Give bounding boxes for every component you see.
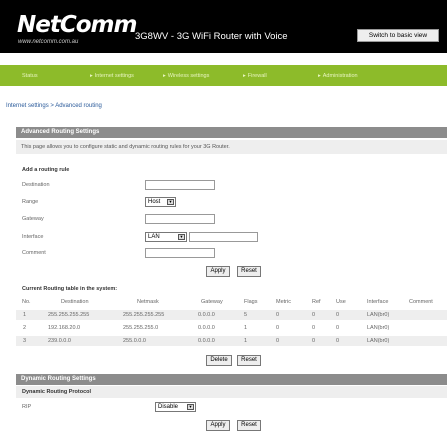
table-cell: LAN(br0)	[367, 338, 390, 344]
nav-administration[interactable]: Administration	[318, 73, 358, 79]
destination-input[interactable]	[145, 180, 215, 190]
table-cell: 1	[23, 312, 27, 318]
table-cell: 3	[23, 338, 27, 344]
gateway-input[interactable]	[145, 214, 215, 224]
table-cell: 239.0.0.0	[48, 338, 71, 344]
table-cell: 0	[336, 338, 340, 344]
destination-label: Destination	[22, 182, 50, 188]
table-cell: 0.0.0.0	[198, 338, 215, 344]
header: NetComm www.netcomm.com.au 3G8WV - 3G Wi…	[0, 0, 447, 53]
table-cell: 0.0.0.0	[198, 312, 215, 318]
interface-value: LAN	[148, 234, 160, 240]
nav-firewall[interactable]: Firewall	[243, 73, 267, 79]
table-cell: 0	[276, 325, 280, 331]
col-comment: Comment	[409, 299, 433, 305]
table-cell: 0	[276, 312, 280, 318]
table-cell: 5	[244, 312, 248, 318]
col-flags: Flags	[244, 299, 258, 305]
table-cell: 255.0.0.0	[123, 338, 146, 344]
table-cell: 0	[312, 338, 316, 344]
interface-custom-input[interactable]	[189, 232, 258, 242]
page-description: This page allows you to configure static…	[21, 144, 230, 150]
comment-label: Comment	[22, 250, 46, 256]
delete-button[interactable]: Delete	[206, 355, 232, 366]
table-cell: 2	[23, 325, 27, 331]
col-destination: Destination	[61, 299, 89, 305]
table-reset-button[interactable]: Reset	[237, 355, 261, 366]
interface-select[interactable]: LAN ▼	[145, 232, 187, 242]
table-cell: 192.168.20.0	[48, 325, 81, 331]
routing-table-title: Current Routing table in the system:	[22, 286, 118, 292]
table-cell: 1	[244, 338, 248, 344]
range-value: Host	[148, 199, 161, 205]
col-interface: Interface	[367, 299, 389, 305]
col-ref: Ref	[312, 299, 321, 305]
logo-url: www.netcomm.com.au	[18, 39, 79, 45]
apply-button[interactable]: Apply	[206, 266, 230, 277]
rip-select[interactable]: Disable ▼	[155, 402, 196, 412]
table-cell: 255.255.255.255	[48, 312, 90, 318]
rip-value: Disable	[158, 404, 179, 410]
table-cell: 0.0.0.0	[198, 325, 215, 331]
chevron-down-icon: ▼	[178, 234, 185, 240]
nav-status[interactable]: Status	[22, 73, 38, 79]
chevron-down-icon: ▼	[187, 404, 194, 410]
add-rule-title: Add a routing rule	[22, 167, 70, 173]
gateway-label: Gateway	[22, 216, 44, 222]
range-select[interactable]: Host ▼	[145, 197, 176, 207]
table-cell: 0	[336, 312, 340, 318]
dynamic-protocol-title: Dynamic Routing Protocol	[22, 389, 92, 395]
dynamic-apply-button[interactable]: Apply	[206, 420, 230, 431]
col-use: Use	[336, 299, 346, 305]
range-label: Range	[22, 199, 39, 205]
chevron-down-icon: ▼	[167, 199, 174, 205]
comment-input[interactable]	[145, 248, 215, 258]
nav-internet-settings[interactable]: Internet settings	[90, 73, 134, 79]
netcomm-logo[interactable]: NetComm	[17, 14, 137, 37]
advanced-routing-title: Advanced Routing Settings	[16, 127, 447, 138]
col-gateway: Gateway	[201, 299, 223, 305]
col-metric: Metric	[276, 299, 291, 305]
switch-basic-view-button[interactable]: Switch to basic view	[357, 29, 439, 42]
table-cell: 255.255.255.255	[123, 312, 165, 318]
reset-button[interactable]: Reset	[237, 266, 261, 277]
model-title: 3G8WV - 3G WiFi Router with Voice	[135, 31, 288, 42]
dynamic-reset-button[interactable]: Reset	[237, 420, 261, 431]
table-cell: 0	[312, 325, 316, 331]
nav-wireless-settings[interactable]: Wireless settings	[163, 73, 210, 79]
interface-label: Interface	[22, 234, 44, 240]
rip-label: RIP	[22, 404, 32, 410]
col-no: No.	[22, 299, 31, 305]
table-cell: 255.255.255.0	[123, 325, 159, 331]
col-netmask: Netmask	[137, 299, 159, 305]
main-nav: Status Internet settings Wireless settin…	[0, 65, 447, 86]
dynamic-routing-title: Dynamic Routing Settings	[16, 374, 447, 385]
breadcrumb[interactable]: Internet settings > Advanced routing	[6, 103, 102, 109]
table-cell: 0	[312, 312, 316, 318]
table-cell: 0	[276, 338, 280, 344]
table-cell: 1	[244, 325, 248, 331]
table-cell: LAN(br0)	[367, 312, 390, 318]
table-cell: LAN(br0)	[367, 325, 390, 331]
table-cell: 0	[336, 325, 340, 331]
